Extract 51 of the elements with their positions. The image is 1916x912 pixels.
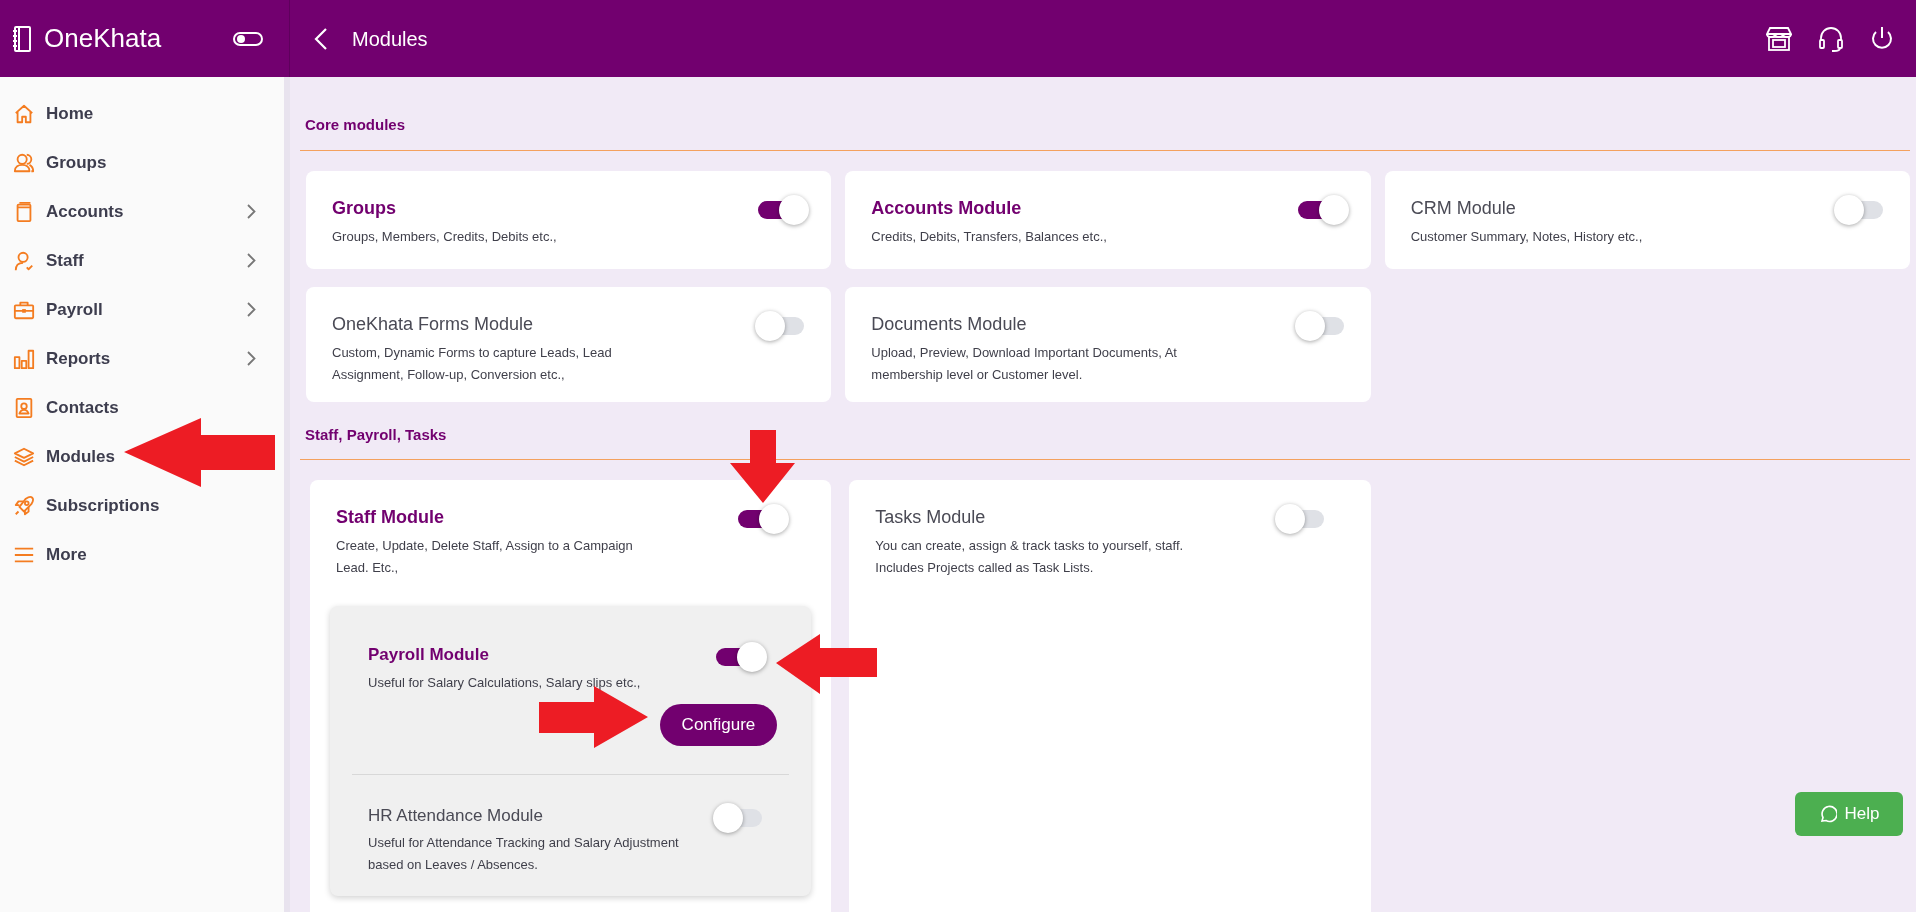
contact-card-icon (13, 396, 35, 419)
module-description: Groups, Members, Credits, Debits etc., (332, 227, 558, 246)
users-icon (13, 151, 35, 174)
module-description: Create, Update, Delete Staff, Assign to a Campaign Lead. Etc., (336, 537, 634, 577)
back-icon[interactable] (314, 26, 328, 51)
module-title: Tasks Module (875, 506, 987, 529)
chevron-right-icon (247, 253, 256, 268)
sidebar-item[interactable]: Subscriptions (0, 481, 284, 530)
chat-icon (1818, 805, 1837, 823)
store-icon[interactable] (1766, 25, 1792, 52)
home-icon (13, 102, 35, 125)
module-title: HR Attendance Module (368, 804, 544, 827)
sidebar-item[interactable]: Staff (0, 236, 284, 285)
layers-icon (13, 445, 35, 468)
chevron-right-icon (247, 351, 256, 366)
sidebar-item[interactable]: Payroll (0, 285, 284, 334)
module-description: Custom, Dynamic Forms to capture Leads, Lead Assignment, Follow-up, Conversion etc., (332, 343, 613, 384)
module-title: Accounts Module (871, 196, 1023, 220)
section-heading: Staff, Payroll, Tasks (304, 424, 448, 445)
headset-icon[interactable] (1818, 25, 1844, 52)
section-heading: Core modules (304, 115, 407, 135)
sidebar-item[interactable]: Home (0, 89, 284, 138)
user-check-icon (13, 249, 35, 272)
module-description: Useful for Attendance Tracking and Salary Adjustment based on Leaves / Absences. (368, 834, 680, 874)
page-title: Modules (352, 26, 428, 52)
notebook-icon (12, 25, 32, 52)
power-icon[interactable] (1870, 25, 1894, 52)
module-description: Customer Summary, Notes, History etc., (1410, 227, 1644, 246)
app-title: OneKhata (44, 22, 162, 55)
rocket-icon (13, 494, 35, 517)
module-description: Upload, Preview, Download Important Documents, At membership level or Customer level. (871, 343, 1178, 384)
configure-button[interactable]: Configure (659, 703, 778, 746)
module-title: CRM Module (1410, 196, 1517, 220)
sidebar-item[interactable]: Contacts (0, 383, 284, 432)
module-description: You can create, assign & track tasks to yourself, staff. Includes Projects called as Task Lists. (875, 537, 1185, 577)
chevron-right-icon (247, 302, 256, 317)
module-title: Documents Module (871, 312, 1028, 336)
theme-toggle[interactable] (233, 31, 263, 46)
module-description: Credits, Debits, Transfers, Balances etc., (871, 227, 1108, 246)
chevron-right-icon (247, 204, 256, 219)
sidebar-item[interactable]: Accounts (0, 187, 284, 236)
sidebar-item[interactable]: More (0, 530, 284, 579)
sidebar-item[interactable]: Modules (0, 432, 284, 481)
module-title: OneKhata Forms Module (332, 312, 535, 336)
sidebar-item[interactable]: Reports (0, 334, 284, 383)
module-title: Groups (332, 196, 397, 220)
module-title: Staff Module (336, 506, 445, 529)
sidebar-item[interactable]: Groups (0, 138, 284, 187)
module-title: Payroll Module (368, 644, 490, 666)
module-description: Useful for Salary Calculations, Salary slips etc., (368, 673, 642, 692)
bar-chart-icon (13, 347, 35, 370)
